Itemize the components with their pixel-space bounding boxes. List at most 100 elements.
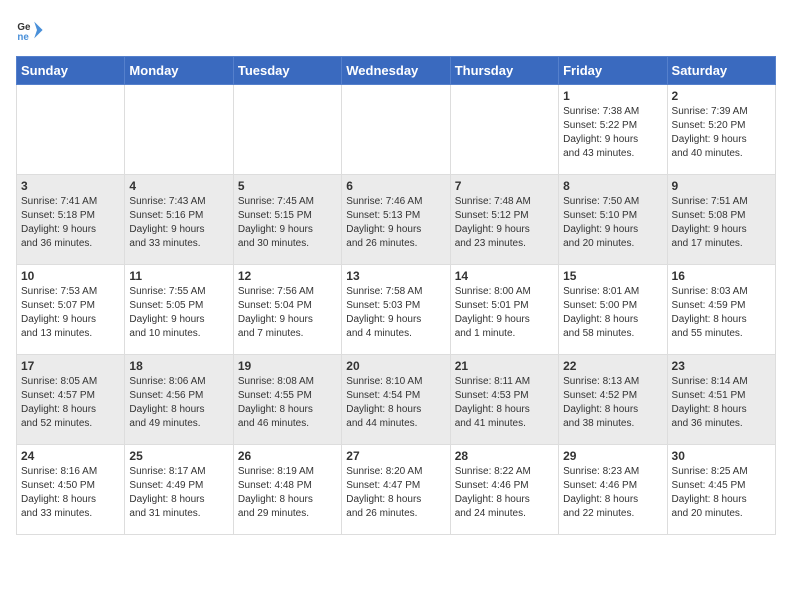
week-row-0: 1 Sunrise: 7:38 AM Sunset: 5:22 PM Daylig…	[17, 85, 776, 175]
header: Ge ne	[16, 16, 776, 44]
day-cell: 16 Sunrise: 8:03 AM Sunset: 4:59 PM Dayli…	[667, 265, 775, 355]
day-cell: 29 Sunrise: 8:23 AM Sunset: 4:46 PM Dayli…	[559, 445, 667, 535]
logo-icon: Ge ne	[16, 16, 44, 44]
day-number: 15	[563, 269, 662, 283]
day-info: Sunrise: 7:56 AM Sunset: 5:04 PM Dayligh…	[238, 285, 337, 341]
day-cell: 22Sunrise: 8:13 AM Sunset: 4:52 PM Dayli…	[559, 355, 667, 445]
day-info: Sunrise: 7:55 AM Sunset: 5:05 PM Dayligh…	[129, 285, 228, 341]
day-number: 25	[129, 449, 228, 463]
day-number: 23	[672, 359, 771, 373]
day-info: Sunrise: 8:16 AM Sunset: 4:50 PM Dayligh…	[21, 465, 120, 521]
day-number: 8	[563, 179, 662, 193]
day-number: 24	[21, 449, 120, 463]
day-number: 19	[238, 359, 337, 373]
day-number: 6	[346, 179, 445, 193]
week-row-4: 24 Sunrise: 8:16 AM Sunset: 4:50 PM Dayli…	[17, 445, 776, 535]
day-cell: 7Sunrise: 7:48 AM Sunset: 5:12 PM Daylig…	[450, 175, 558, 265]
day-cell: 24 Sunrise: 8:16 AM Sunset: 4:50 PM Dayli…	[17, 445, 125, 535]
day-cell: 27Sunrise: 8:20 AM Sunset: 4:47 PM Dayli…	[342, 445, 450, 535]
day-cell	[125, 85, 233, 175]
day-cell: 5 Sunrise: 7:45 AM Sunset: 5:15 PM Daylig…	[233, 175, 341, 265]
day-number: 1	[563, 89, 662, 103]
day-info: Sunrise: 7:53 AM Sunset: 5:07 PM Dayligh…	[21, 285, 120, 341]
day-info: Sunrise: 8:19 AM Sunset: 4:48 PM Dayligh…	[238, 465, 337, 521]
day-info: Sunrise: 8:10 AM Sunset: 4:54 PM Dayligh…	[346, 375, 445, 431]
day-info: Sunrise: 7:41 AM Sunset: 5:18 PM Dayligh…	[21, 195, 120, 251]
week-row-1: 3 Sunrise: 7:41 AM Sunset: 5:18 PM Daylig…	[17, 175, 776, 265]
day-info: Sunrise: 8:03 AM Sunset: 4:59 PM Dayligh…	[672, 285, 771, 341]
day-number: 14	[455, 269, 554, 283]
day-cell: 6 Sunrise: 7:46 AM Sunset: 5:13 PM Daylig…	[342, 175, 450, 265]
day-cell: 21 Sunrise: 8:11 AM Sunset: 4:53 PM Dayli…	[450, 355, 558, 445]
day-number: 3	[21, 179, 120, 193]
calendar-table: SundayMondayTuesdayWednesdayThursdayFrid…	[16, 56, 776, 535]
day-info: Sunrise: 7:46 AM Sunset: 5:13 PM Dayligh…	[346, 195, 445, 251]
day-cell: 12 Sunrise: 7:56 AM Sunset: 5:04 PM Dayli…	[233, 265, 341, 355]
day-number: 29	[563, 449, 662, 463]
day-number: 16	[672, 269, 771, 283]
header-row: SundayMondayTuesdayWednesdayThursdayFrid…	[17, 57, 776, 85]
day-cell: 9Sunrise: 7:51 AM Sunset: 5:08 PM Daylig…	[667, 175, 775, 265]
day-number: 7	[455, 179, 554, 193]
day-info: Sunrise: 8:01 AM Sunset: 5:00 PM Dayligh…	[563, 285, 662, 341]
day-number: 13	[346, 269, 445, 283]
day-number: 26	[238, 449, 337, 463]
day-cell: 26 Sunrise: 8:19 AM Sunset: 4:48 PM Dayli…	[233, 445, 341, 535]
day-cell	[233, 85, 341, 175]
day-info: Sunrise: 8:08 AM Sunset: 4:55 PM Dayligh…	[238, 375, 337, 431]
day-cell	[342, 85, 450, 175]
day-number: 21	[455, 359, 554, 373]
day-cell: 25 Sunrise: 8:17 AM Sunset: 4:49 PM Dayli…	[125, 445, 233, 535]
day-number: 28	[455, 449, 554, 463]
day-number: 12	[238, 269, 337, 283]
day-info: Sunrise: 7:43 AM Sunset: 5:16 PM Dayligh…	[129, 195, 228, 251]
header-cell-tuesday: Tuesday	[233, 57, 341, 85]
day-cell: 10 Sunrise: 7:53 AM Sunset: 5:07 PM Dayli…	[17, 265, 125, 355]
day-info: Sunrise: 8:17 AM Sunset: 4:49 PM Dayligh…	[129, 465, 228, 521]
day-number: 11	[129, 269, 228, 283]
day-number: 4	[129, 179, 228, 193]
day-info: Sunrise: 8:25 AM Sunset: 4:45 PM Dayligh…	[672, 465, 771, 521]
day-cell: 20 Sunrise: 8:10 AM Sunset: 4:54 PM Dayli…	[342, 355, 450, 445]
day-cell: 23Sunrise: 8:14 AM Sunset: 4:51 PM Dayli…	[667, 355, 775, 445]
day-number: 2	[672, 89, 771, 103]
day-info: Sunrise: 8:23 AM Sunset: 4:46 PM Dayligh…	[563, 465, 662, 521]
day-number: 30	[672, 449, 771, 463]
day-cell: 30 Sunrise: 8:25 AM Sunset: 4:45 PM Dayli…	[667, 445, 775, 535]
day-cell	[450, 85, 558, 175]
day-cell: 17 Sunrise: 8:05 AM Sunset: 4:57 PM Dayli…	[17, 355, 125, 445]
header-cell-thursday: Thursday	[450, 57, 558, 85]
day-cell: 8 Sunrise: 7:50 AM Sunset: 5:10 PM Daylig…	[559, 175, 667, 265]
day-info: Sunrise: 8:22 AM Sunset: 4:46 PM Dayligh…	[455, 465, 554, 521]
week-row-3: 17 Sunrise: 8:05 AM Sunset: 4:57 PM Dayli…	[17, 355, 776, 445]
day-cell: 4 Sunrise: 7:43 AM Sunset: 5:16 PM Daylig…	[125, 175, 233, 265]
day-info: Sunrise: 7:58 AM Sunset: 5:03 PM Dayligh…	[346, 285, 445, 341]
day-cell	[17, 85, 125, 175]
day-cell: 19 Sunrise: 8:08 AM Sunset: 4:55 PM Dayli…	[233, 355, 341, 445]
day-info: Sunrise: 8:20 AM Sunset: 4:47 PM Dayligh…	[346, 465, 445, 521]
day-number: 10	[21, 269, 120, 283]
day-info: Sunrise: 8:13 AM Sunset: 4:52 PM Dayligh…	[563, 375, 662, 431]
header-cell-sunday: Sunday	[17, 57, 125, 85]
day-number: 5	[238, 179, 337, 193]
header-cell-friday: Friday	[559, 57, 667, 85]
header-cell-saturday: Saturday	[667, 57, 775, 85]
day-info: Sunrise: 7:38 AM Sunset: 5:22 PM Dayligh…	[563, 105, 662, 161]
day-cell: 13 Sunrise: 7:58 AM Sunset: 5:03 PM Dayli…	[342, 265, 450, 355]
day-number: 20	[346, 359, 445, 373]
day-cell: 18Sunrise: 8:06 AM Sunset: 4:56 PM Dayli…	[125, 355, 233, 445]
day-cell: 11 Sunrise: 7:55 AM Sunset: 5:05 PM Dayli…	[125, 265, 233, 355]
day-number: 17	[21, 359, 120, 373]
day-info: Sunrise: 8:11 AM Sunset: 4:53 PM Dayligh…	[455, 375, 554, 431]
day-info: Sunrise: 7:50 AM Sunset: 5:10 PM Dayligh…	[563, 195, 662, 251]
day-info: Sunrise: 8:06 AM Sunset: 4:56 PM Dayligh…	[129, 375, 228, 431]
day-info: Sunrise: 7:51 AM Sunset: 5:08 PM Dayligh…	[672, 195, 771, 251]
day-info: Sunrise: 8:05 AM Sunset: 4:57 PM Dayligh…	[21, 375, 120, 431]
day-cell: 14 Sunrise: 8:00 AM Sunset: 5:01 PM Dayli…	[450, 265, 558, 355]
day-info: Sunrise: 7:45 AM Sunset: 5:15 PM Dayligh…	[238, 195, 337, 251]
day-cell: 1 Sunrise: 7:38 AM Sunset: 5:22 PM Daylig…	[559, 85, 667, 175]
day-cell: 28 Sunrise: 8:22 AM Sunset: 4:46 PM Dayli…	[450, 445, 558, 535]
day-info: Sunrise: 8:00 AM Sunset: 5:01 PM Dayligh…	[455, 285, 554, 341]
logo: Ge ne	[16, 16, 48, 44]
header-cell-monday: Monday	[125, 57, 233, 85]
